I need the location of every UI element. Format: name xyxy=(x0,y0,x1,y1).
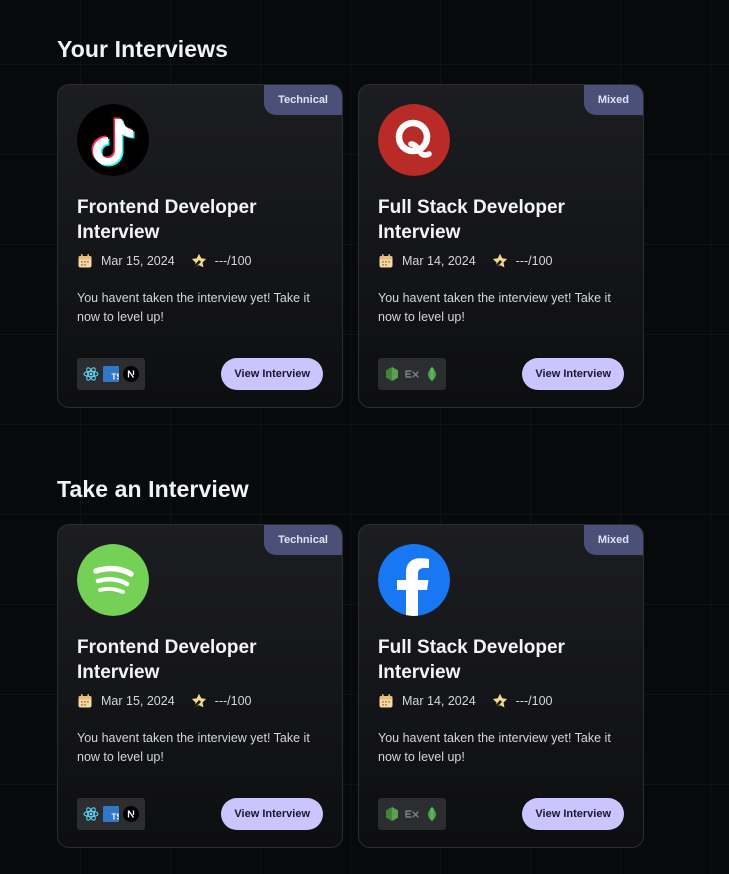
star-icon xyxy=(492,253,508,269)
nodejs-icon xyxy=(384,366,400,382)
tech-stack xyxy=(378,798,446,830)
tech-stack: TS xyxy=(77,798,145,830)
view-interview-button[interactable]: View Interview xyxy=(522,358,624,390)
mongodb-icon xyxy=(424,366,440,382)
tech-stack: TS xyxy=(77,358,145,390)
typescript-icon: TS xyxy=(103,366,122,382)
interview-card: Technical Frontend Developer Interview M… xyxy=(57,524,343,848)
interview-score: ---/100 xyxy=(515,694,553,708)
view-interview-button[interactable]: View Interview xyxy=(522,798,624,830)
express-icon xyxy=(404,806,420,822)
interview-card: Mixed Full Stack Developer Interview Mar… xyxy=(358,524,644,848)
card-description: You havent taken the interview yet! Take… xyxy=(378,731,611,764)
view-interview-button[interactable]: View Interview xyxy=(221,358,323,390)
section-title-take-an-interview: Take an Interview xyxy=(57,476,249,502)
card-title: Full Stack Developer Interview xyxy=(378,197,565,243)
card-description: You havent taken the interview yet! Take… xyxy=(77,291,310,324)
react-icon xyxy=(83,366,99,382)
section-title-your-interviews: Your Interviews xyxy=(57,36,229,62)
tech-stack xyxy=(378,358,446,390)
calendar-icon xyxy=(77,253,93,269)
star-icon xyxy=(191,693,207,709)
nextjs-icon xyxy=(123,806,139,822)
card-title: Full Stack Developer Interview xyxy=(378,637,565,683)
svg-text:TS: TS xyxy=(112,373,120,382)
interview-type-badge: Mixed xyxy=(583,525,643,555)
card-title: Frontend Developer Interview xyxy=(77,637,257,683)
calendar-icon xyxy=(378,253,394,269)
express-icon xyxy=(404,366,420,382)
mongodb-icon xyxy=(424,806,440,822)
interview-date: Mar 14, 2024 xyxy=(402,254,476,268)
card-title: Frontend Developer Interview xyxy=(77,197,257,243)
interview-score: ---/100 xyxy=(214,694,252,708)
card-description: You havent taken the interview yet! Take… xyxy=(378,291,611,324)
interview-score: ---/100 xyxy=(214,254,252,268)
interview-date: Mar 15, 2024 xyxy=(101,694,175,708)
tiktok-logo-icon xyxy=(77,104,149,176)
calendar-icon xyxy=(378,693,394,709)
card-description: You havent taken the interview yet! Take… xyxy=(77,731,310,764)
interview-date: Mar 15, 2024 xyxy=(101,254,175,268)
calendar-icon xyxy=(77,693,93,709)
star-icon xyxy=(492,693,508,709)
svg-text:TS: TS xyxy=(112,813,120,822)
interview-type-badge: Technical xyxy=(264,525,342,555)
facebook-logo-icon xyxy=(378,544,450,616)
star-icon xyxy=(191,253,207,269)
interview-card: Mixed Full Stack Developer Interview Mar… xyxy=(358,84,644,408)
interview-type-badge: Technical xyxy=(264,85,342,115)
interview-date: Mar 14, 2024 xyxy=(402,694,476,708)
interview-score: ---/100 xyxy=(515,254,553,268)
nextjs-icon xyxy=(123,366,139,382)
spotify-logo-icon xyxy=(77,544,149,616)
nodejs-icon xyxy=(384,806,400,822)
typescript-icon: TS xyxy=(103,806,122,822)
quora-logo-icon xyxy=(378,104,450,176)
react-icon xyxy=(83,806,99,822)
interview-type-badge: Mixed xyxy=(583,85,643,115)
interview-card: Technical Frontend Developer Interview M… xyxy=(57,84,343,408)
view-interview-button[interactable]: View Interview xyxy=(221,798,323,830)
